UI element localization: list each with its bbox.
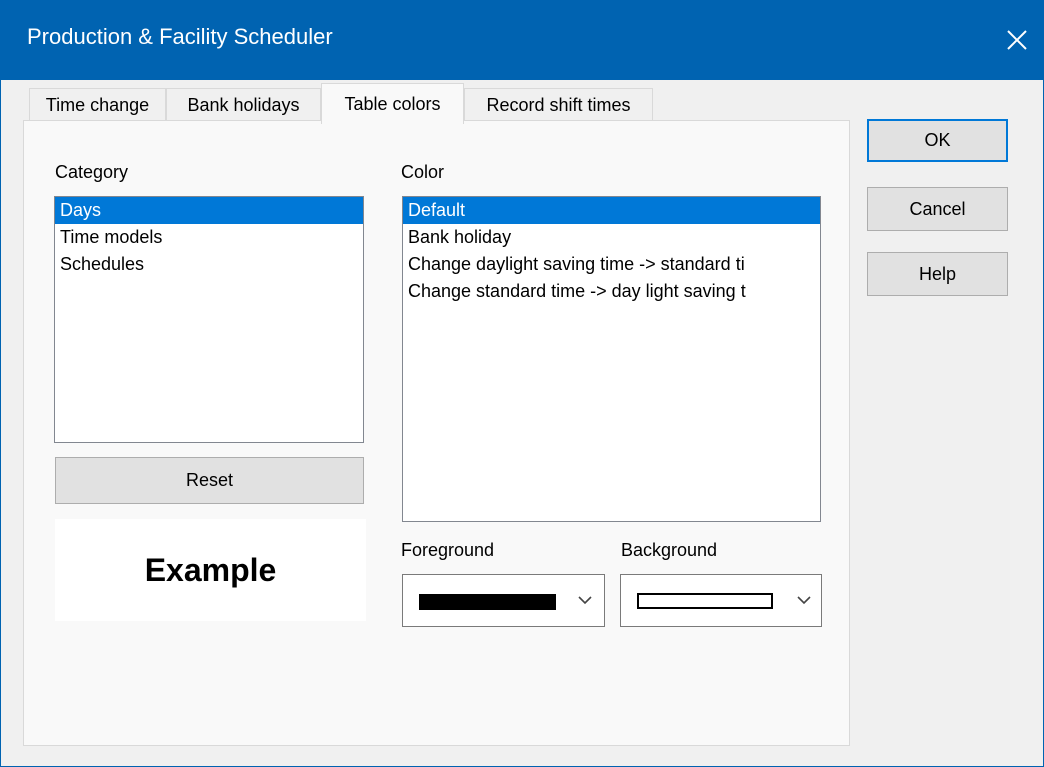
example-text: Example xyxy=(144,551,277,588)
ok-button[interactable]: OK xyxy=(867,119,1008,162)
tab-time-change[interactable]: Time change xyxy=(29,88,166,122)
example-preview: Example xyxy=(55,519,366,621)
cancel-button-label: Cancel xyxy=(909,198,966,219)
background-label: Background xyxy=(621,540,718,560)
reset-button-label: Reset xyxy=(185,470,234,490)
chevron-down-icon xyxy=(797,596,811,605)
list-item-change-standard-to-dst[interactable]: Change standard time -> day light saving… xyxy=(403,278,820,305)
cancel-button[interactable]: Cancel xyxy=(867,187,1008,231)
window-title: Production & Facility Scheduler xyxy=(27,24,333,49)
help-button-label: Help xyxy=(918,263,957,284)
list-item-change-dst-to-standard[interactable]: Change daylight saving time -> standard … xyxy=(403,251,820,278)
category-label: Category xyxy=(55,162,129,182)
tab-label: Table colors xyxy=(344,93,441,114)
tab-bank-holidays[interactable]: Bank holidays xyxy=(166,88,321,122)
close-button[interactable] xyxy=(990,12,1044,68)
tab-label: Bank holidays xyxy=(187,95,300,115)
color-listbox[interactable]: Default Bank holiday Change daylight sav… xyxy=(402,196,821,522)
color-label: Color xyxy=(401,162,445,182)
list-item-default[interactable]: Default xyxy=(403,197,820,224)
foreground-combobox[interactable] xyxy=(402,574,605,627)
reset-button[interactable]: Reset xyxy=(55,457,364,504)
list-item-days[interactable]: Days xyxy=(55,197,363,224)
tab-label: Time change xyxy=(45,95,150,115)
category-listbox[interactable]: Days Time models Schedules xyxy=(54,196,364,443)
list-item-bank-holiday[interactable]: Bank holiday xyxy=(403,224,820,251)
chevron-down-icon xyxy=(578,596,592,605)
foreground-color-swatch xyxy=(419,594,556,610)
tab-panel: Category Days Time models Schedules Rese… xyxy=(23,120,850,746)
tab-table-colors[interactable]: Table colors xyxy=(321,83,464,124)
help-button[interactable]: Help xyxy=(867,252,1008,296)
ok-button-label: OK xyxy=(924,130,951,150)
foreground-label: Foreground xyxy=(401,540,495,560)
list-item-time-models[interactable]: Time models xyxy=(55,224,363,251)
tab-record-shift-times[interactable]: Record shift times xyxy=(464,88,653,122)
tab-label: Record shift times xyxy=(486,95,631,115)
close-icon xyxy=(1007,30,1027,50)
list-item-schedules[interactable]: Schedules xyxy=(55,251,363,278)
background-color-swatch xyxy=(637,593,773,609)
background-combobox[interactable] xyxy=(620,574,822,627)
